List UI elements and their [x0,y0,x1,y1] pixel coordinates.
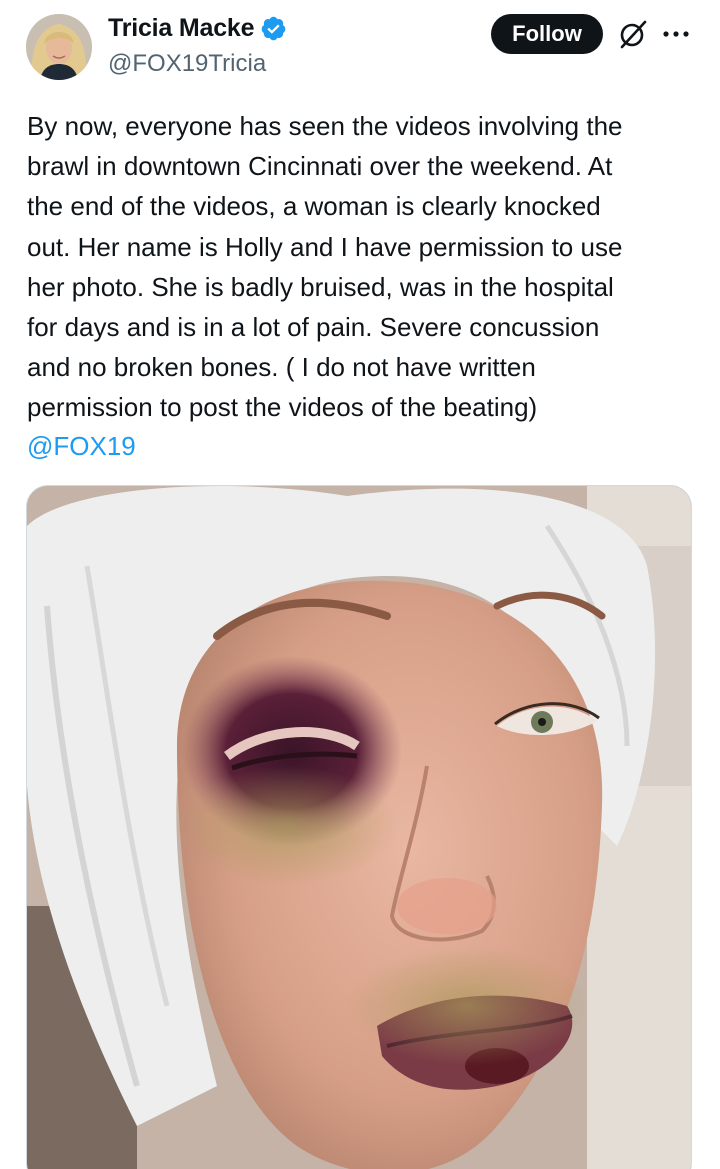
author-display-name[interactable]: Tricia Macke [108,14,255,43]
grok-icon[interactable] [617,18,649,50]
tweet-photo[interactable] [26,485,692,1169]
follow-button[interactable]: Follow [491,14,603,54]
tweet-header: Tricia Macke @FOX19Tricia Follow [0,0,720,100]
tweet-body-text: By now, everyone has seen the videos inv… [27,111,623,423]
verified-badge-icon [260,15,287,42]
more-dots-icon[interactable] [662,26,690,42]
mention-link-fox19[interactable]: @FOX19 [27,426,136,466]
profile-avatar[interactable] [26,14,92,80]
author-name-row[interactable]: Tricia Macke [108,14,287,43]
author-handle[interactable]: @FOX19Tricia [108,50,266,78]
